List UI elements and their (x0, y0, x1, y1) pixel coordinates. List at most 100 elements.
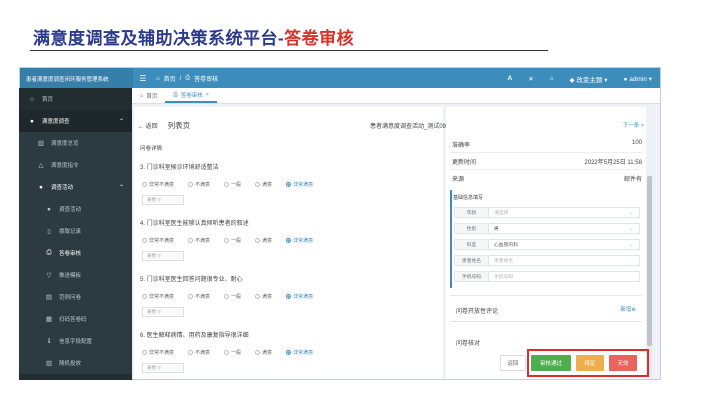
back-button[interactable]: 返回 (500, 355, 526, 371)
sidebar-submenu-activities: ● 调查活动 ▯ 拨致记录 ⎙ 答卷审核 ▽ 推送模板 ▤ 范例问卷 ▦ 扫码答… (19, 198, 132, 374)
remark-select[interactable]: 表扬 ▽ (142, 195, 184, 205)
remark-select[interactable]: 表扬 ▽ (142, 363, 184, 373)
option-label: 不满意 (195, 350, 211, 356)
comments-label: 问卷开放性评论 (456, 309, 499, 315)
printer-icon: ⎙ (173, 91, 178, 98)
chart-icon: ▥ (45, 360, 53, 367)
sidebar-item-label: 随机投放 (59, 361, 82, 367)
chevron-down-icon: ⌄ (629, 225, 634, 232)
radio-icon (142, 182, 147, 187)
tab-review[interactable]: ⎙ 答卷审核 × (165, 89, 217, 103)
topbar-actions: A ✕ ⌂ ◆ 改变主题 ▾ ● admin ▾ (507, 74, 660, 84)
sidebar-item-sample-survey[interactable]: ▤ 范例问卷 (19, 286, 132, 308)
option-radio[interactable]: 一般 (224, 349, 241, 356)
page-title: 列表页 (167, 121, 191, 130)
highlight-box (527, 349, 649, 377)
close-icon[interactable]: × (206, 92, 209, 98)
phone-input[interactable]: 手机号码 (489, 271, 640, 282)
survey-name: 患者满意度调查活动_测试09 (370, 124, 447, 130)
user-menu[interactable]: ● admin ▾ (623, 75, 652, 83)
radio-icon (188, 294, 194, 299)
remark-select[interactable]: 表扬 ▽ (142, 307, 184, 317)
field-label: 性别 (454, 223, 489, 234)
fullscreen-icon[interactable]: ✕ (528, 75, 533, 83)
home-nav-icon[interactable]: ⌂ (550, 75, 554, 82)
option-radio-selected[interactable]: 非常满意 (286, 293, 313, 300)
option-radio[interactable]: 非常不满意 (142, 349, 174, 356)
option-label: 非常满意 (293, 182, 314, 188)
option-label: 满意 (262, 350, 273, 356)
sidebar-item-activity[interactable]: ● 调查活动 (19, 198, 132, 220)
brand-logo-text[interactable]: 患者满意度调查闭环服务管理系统 (20, 68, 133, 89)
option-radio[interactable]: 满意 (255, 181, 272, 188)
option-radio[interactable]: 非常不满意 (142, 181, 174, 188)
option-radio[interactable]: 不满意 (188, 237, 210, 244)
field-label: 科室 (454, 239, 489, 250)
option-radio[interactable]: 不满意 (188, 293, 210, 300)
option-radio[interactable]: 不满意 (188, 181, 210, 188)
next-record-link[interactable]: 下一条 > (623, 121, 644, 129)
theme-button[interactable]: ◆ 改变主题 ▾ (570, 74, 608, 84)
option-label: 非常不满意 (149, 294, 175, 300)
radio-icon (142, 294, 147, 299)
option-radio[interactable]: 一般 (224, 237, 241, 244)
option-radio-selected[interactable]: 非常满意 (286, 237, 313, 244)
add-comment-button[interactable]: 新增⊕ (620, 305, 636, 313)
option-label: 一般 (231, 294, 242, 300)
slide-title-main: 满意度调查及辅助决策系统平台- (33, 29, 285, 48)
department-field[interactable]: 科室 心血管内科 ⌄ (454, 239, 640, 250)
tab-home[interactable]: ⌂ 首页 (132, 89, 165, 103)
brand-label: 患者满意度调查闭环服务管理系统 (26, 76, 109, 83)
sidebar-item-satisfaction[interactable]: ● 满意度调查 ⌃ (19, 110, 132, 132)
gender-field[interactable]: 性别 男 ⌄ (454, 223, 640, 234)
remark-select[interactable]: 表扬 ▽ (142, 251, 184, 261)
radio-icon (255, 238, 261, 243)
option-radio[interactable]: 满意 (255, 349, 272, 356)
patient-name-input[interactable]: 患者姓名 (489, 255, 640, 266)
sidebar-item-label: 满意度总览 (51, 141, 79, 147)
breadcrumb-home[interactable]: 首页 (164, 74, 176, 83)
radio-icon (224, 238, 230, 243)
sidebar-item-directive[interactable]: △ 满意度指令 (19, 154, 132, 176)
back-link[interactable]: ← 返回 (138, 121, 158, 130)
scrollbar[interactable] (647, 176, 652, 376)
sidebar-item-call-records[interactable]: ▯ 拨致记录 (19, 220, 132, 242)
option-radio[interactable]: 不满意 (188, 349, 210, 356)
option-radio[interactable]: 非常不满意 (142, 237, 174, 244)
age-select[interactable]: 请选择 ⌄ (489, 207, 640, 218)
scrollbar-thumb[interactable] (647, 176, 652, 346)
triangle-icon: △ (38, 162, 44, 169)
option-radio[interactable]: 满意 (255, 237, 272, 244)
sidebar-item-review[interactable]: ⎙ 答卷审核 (19, 242, 132, 264)
patient-name-field[interactable]: 患者姓名 患者姓名 (454, 255, 640, 266)
option-radio[interactable]: 非常不满意 (142, 293, 174, 300)
option-radio[interactable]: 满意 (255, 293, 272, 300)
slide-divider (30, 50, 548, 51)
option-radio[interactable]: 一般 (224, 293, 241, 300)
user-label: admin (629, 75, 647, 83)
sidebar-item-home[interactable]: ⌂ 首页 (19, 88, 132, 110)
department-select[interactable]: 心血管内科 ⌄ (489, 239, 640, 250)
sidebar-item-overview[interactable]: ▥ 满意度总览 (19, 132, 132, 154)
question-title: 6. 医生解释病情、用药及康复指导很详细 (140, 333, 249, 339)
option-label: 非常满意 (293, 294, 314, 300)
radio-icon (255, 294, 261, 299)
sidebar-item-random[interactable]: ▥ 随机投放 (19, 352, 132, 374)
sidebar-item-label: 首页 (42, 97, 54, 103)
option-radio-selected[interactable]: 非常满意 (286, 181, 313, 188)
option-radio[interactable]: 一般 (224, 181, 241, 188)
sidebar-item-label: 范例问卷 (59, 295, 82, 301)
menu-toggle-icon[interactable]: ☰ (136, 74, 150, 83)
top-navbar: 患者满意度调查闭环服务管理系统 ☰ ⌂ 首页 / ⎙ 答卷审核 A ✕ ⌂ ◆ … (20, 68, 660, 89)
gender-select[interactable]: 男 ⌄ (489, 223, 640, 234)
option-radio-selected[interactable]: 非常满意 (286, 349, 313, 356)
chevron-up-icon: ⌃ (118, 118, 124, 125)
font-size-icon[interactable]: A (507, 75, 512, 82)
sidebar-item-activities[interactable]: ● 调查活动 ⌃ (19, 176, 132, 198)
basic-info-title: 基础信息填写 (453, 195, 484, 201)
phone-field[interactable]: 手机号码 手机号码 (454, 271, 640, 282)
age-field[interactable]: 年龄 请选择 ⌄ (454, 207, 640, 218)
sidebar-item-push-template[interactable]: ▽ 推送模板 (19, 264, 132, 286)
sidebar-item-fields[interactable]: ℹ 信息字段配置 (19, 330, 132, 352)
sidebar-item-qr[interactable]: ▦ 扫码答卷码 (19, 308, 132, 330)
